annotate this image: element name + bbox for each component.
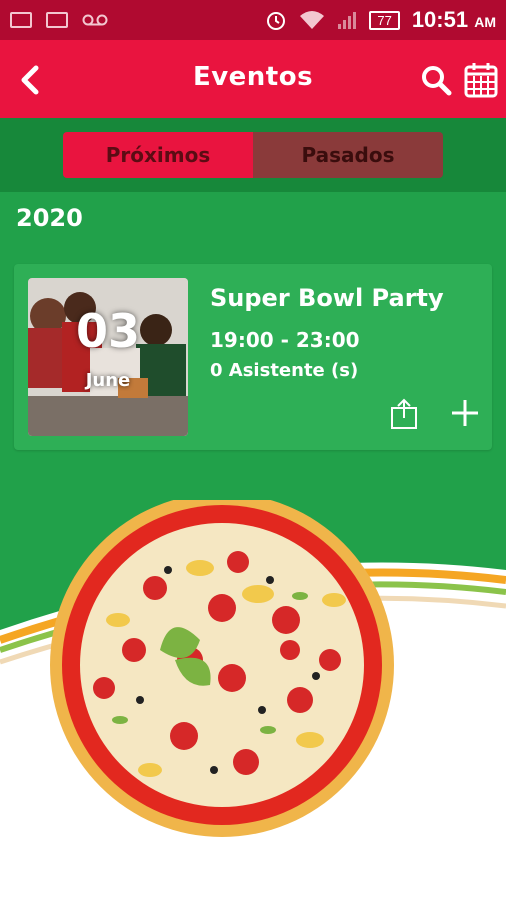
mail-icon <box>10 12 32 28</box>
tab-proximos[interactable]: Próximos <box>63 132 253 178</box>
app-bar: Eventos <box>0 40 506 118</box>
pizza-illustration <box>0 500 506 900</box>
clock-time: 10:51 <box>411 7 469 32</box>
wifi-icon <box>300 11 325 29</box>
alarm-icon <box>267 12 286 30</box>
event-attendees: 0 Asistente (s) <box>210 360 359 381</box>
share-icon[interactable] <box>390 398 418 430</box>
plus-icon[interactable] <box>450 398 480 428</box>
calendar-icon[interactable] <box>464 62 498 98</box>
event-card[interactable]: 03 June Super Bowl Party 19:00 - 23:00 0… <box>14 264 492 450</box>
status-bar: 77 10:51 AM <box>0 0 506 40</box>
clock-ampm: AM <box>474 14 496 30</box>
event-month: June <box>85 370 131 391</box>
segmented-tabs: Próximos Pasados <box>63 132 443 178</box>
event-image: 03 June <box>28 278 188 436</box>
tab-pasados[interactable]: Pasados <box>253 132 443 178</box>
voicemail-icon <box>82 14 108 26</box>
signal-icon <box>338 12 357 29</box>
battery-indicator: 77 <box>369 10 400 30</box>
event-time: 19:00 - 23:00 <box>210 328 360 352</box>
tabs-bar: Próximos Pasados <box>0 118 506 192</box>
events-content: Próximos Pasados 2020 03 June Super Bowl… <box>0 118 506 900</box>
year-header: 2020 <box>16 204 83 232</box>
event-title: Super Bowl Party <box>210 284 444 312</box>
event-day: 03 <box>75 304 140 358</box>
clock: 10:51 AM <box>412 7 496 33</box>
search-icon[interactable] <box>420 64 452 96</box>
image-icon <box>46 12 68 28</box>
